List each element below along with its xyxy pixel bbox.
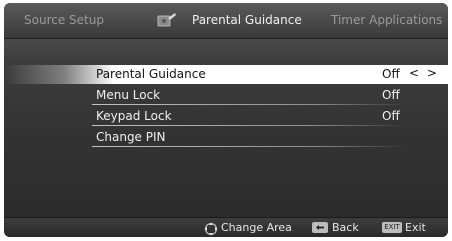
change-area-hint: Change Area xyxy=(221,221,292,234)
tab-source-setup[interactable]: Source Setup xyxy=(24,13,104,27)
navigation-pad-icon xyxy=(204,221,218,236)
back-key-icon xyxy=(312,222,328,233)
menu-item-value: Off xyxy=(382,109,400,123)
menu-item-change-pin[interactable]: Change PIN xyxy=(4,128,448,147)
menu-item-value: Off xyxy=(382,88,400,102)
exit-key-icon: EXIT xyxy=(382,222,402,233)
tab-parental-guidance[interactable]: Parental Guidance xyxy=(192,13,302,27)
menu-item-label: Parental Guidance xyxy=(96,67,206,81)
exit-hint: Exit xyxy=(405,221,426,234)
row-divider xyxy=(92,146,408,147)
tab-timer-applications[interactable]: Timer Applications xyxy=(331,13,442,27)
menu-item-menu-lock[interactable]: Menu Lock Off xyxy=(4,86,448,105)
left-right-arrows-icon[interactable]: < > xyxy=(409,66,439,80)
menu-item-label: Menu Lock xyxy=(96,88,161,102)
footer-hint-bar: Change Area Back EXIT Exit xyxy=(4,217,448,237)
row-divider xyxy=(92,125,408,126)
parental-lock-icon xyxy=(156,12,178,28)
row-divider xyxy=(92,104,408,105)
back-hint: Back xyxy=(332,221,359,234)
menu-item-keypad-lock[interactable]: Keypad Lock Off xyxy=(4,107,448,126)
menu-item-label: Change PIN xyxy=(96,130,166,144)
menu-item-label: Keypad Lock xyxy=(96,109,172,123)
menu-item-parental-guidance[interactable]: Parental Guidance Off < > xyxy=(4,65,448,84)
tv-menu-screen: Source Setup Parental Guidance Timer App… xyxy=(4,3,448,237)
menu-item-value: Off xyxy=(382,67,400,81)
top-tab-bar: Source Setup Parental Guidance Timer App… xyxy=(4,3,448,39)
